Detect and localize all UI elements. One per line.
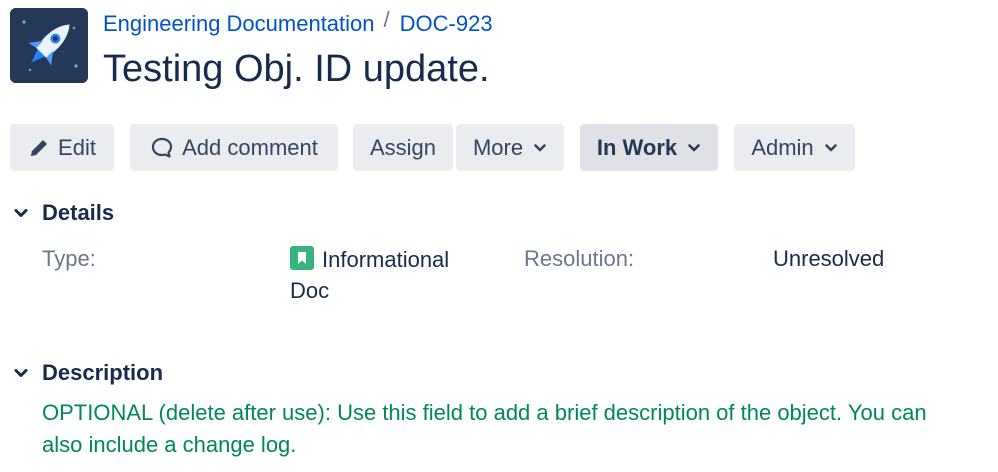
- type-value-line1: Informational: [322, 247, 450, 272]
- rocket-icon: [10, 8, 88, 83]
- breadcrumb-separator: /: [383, 7, 390, 32]
- type-value: Informational: [290, 246, 449, 273]
- bookmark-icon: [290, 246, 314, 270]
- description-line-1: OPTIONAL (delete after use): Use this fi…: [42, 400, 927, 425]
- admin-dropdown-button[interactable]: Admin: [734, 124, 855, 171]
- breadcrumb-project-link[interactable]: Engineering Documentation: [103, 11, 375, 36]
- description-text[interactable]: OPTIONAL (delete after use): Use this fi…: [42, 397, 962, 461]
- chevron-down-icon: [10, 202, 32, 224]
- assign-button[interactable]: Assign: [353, 124, 453, 171]
- details-heading[interactable]: Details: [42, 200, 114, 226]
- assign-button-label: Assign: [369, 134, 437, 160]
- type-label: Type:: [42, 246, 96, 271]
- breadcrumb: Engineering Documentation / DOC-923: [103, 7, 493, 38]
- project-avatar[interactable]: [10, 8, 88, 83]
- resolution-label: Resolution:: [524, 246, 635, 271]
- pencil-icon: [28, 137, 50, 159]
- breadcrumb-issue-key-link[interactable]: DOC-923: [400, 11, 493, 36]
- description-line-2: also include a change log.: [42, 432, 297, 457]
- status-in-work-button[interactable]: In Work: [580, 124, 718, 171]
- add-comment-button[interactable]: Add comment: [130, 124, 338, 171]
- page-title: Testing Obj. ID update.: [103, 48, 490, 90]
- add-comment-button-label: Add comment: [182, 134, 318, 160]
- chevron-down-icon: [687, 141, 701, 155]
- more-button-label: More: [472, 134, 524, 160]
- type-value-line2: Doc: [290, 278, 330, 303]
- resolution-value: Unresolved: [773, 246, 885, 271]
- admin-button-label: Admin: [751, 134, 814, 160]
- edit-button[interactable]: Edit: [10, 124, 114, 171]
- chevron-down-icon: [533, 141, 547, 155]
- more-dropdown-button[interactable]: More: [456, 124, 564, 171]
- chevron-down-icon: [824, 141, 838, 155]
- description-toggle[interactable]: [10, 362, 32, 386]
- details-toggle[interactable]: [10, 202, 32, 226]
- status-button-label: In Work: [596, 134, 678, 160]
- chevron-down-icon: [10, 362, 32, 384]
- edit-button-label: Edit: [58, 134, 96, 160]
- comment-icon: [150, 136, 174, 160]
- description-heading[interactable]: Description: [42, 360, 163, 386]
